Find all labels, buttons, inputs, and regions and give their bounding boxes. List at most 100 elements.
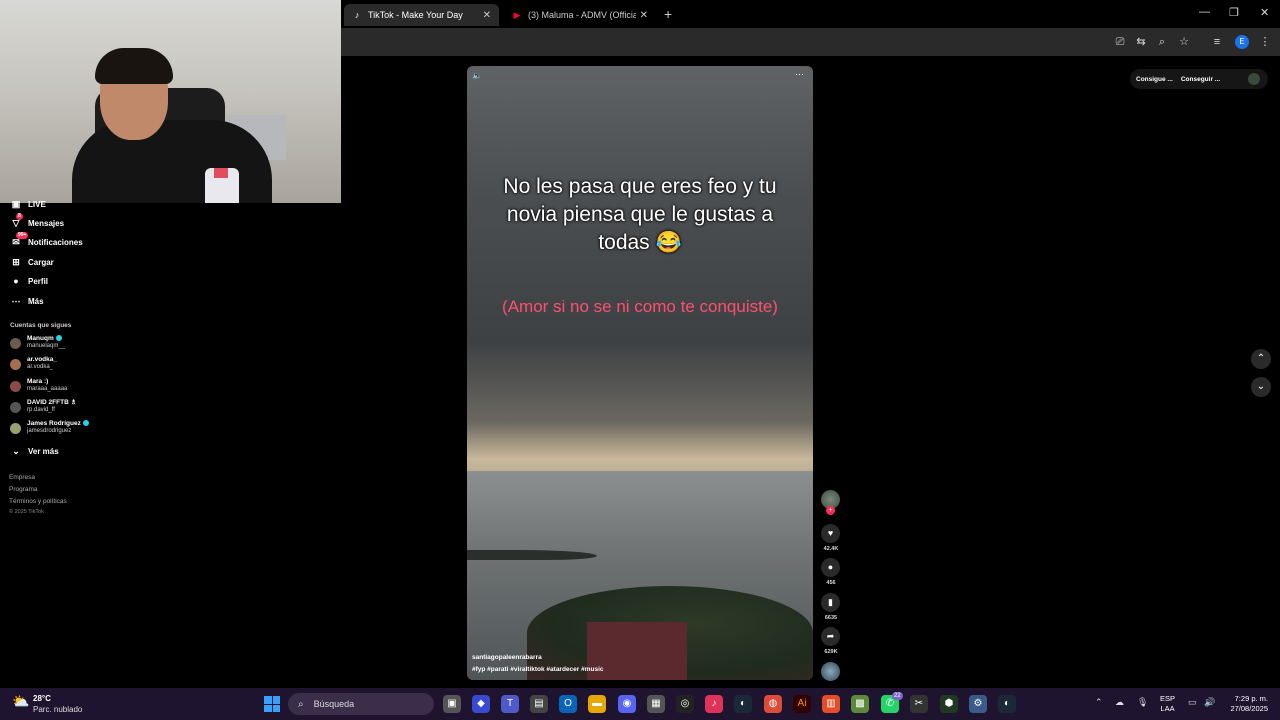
upload-icon: ⊞ [12,257,20,267]
profile-avatar[interactable]: E [1235,35,1249,49]
tray-chevron-icon[interactable]: ⌃ [1095,697,1103,708]
capcut-icon[interactable]: ✂ [910,695,928,713]
following-handle: ar.vodka_ [27,364,54,370]
github-icon[interactable]: ◎ [676,695,694,713]
microphone-icon[interactable]: 🎙 [1137,697,1148,708]
video-hashtags[interactable]: #fyp #parati #viraltiktok #atardecer #mu… [472,666,604,673]
sidebar-item-label: Notificaciones [28,237,83,247]
following-name: Mara :) [27,378,49,385]
like-button[interactable]: ♥ [821,524,840,543]
tab-youtube[interactable]: ▶ (3) Maluma - ADMV (Official Vi ✕ [504,4,656,26]
close-window-icon[interactable]: ✕ [1260,6,1269,19]
profile-icon: ● [13,276,19,286]
language-code: ESP [1160,694,1176,703]
steam-app-icon[interactable]: ◐ [998,695,1016,713]
file-icon[interactable]: ▤ [530,695,548,713]
video-subcaption: (Amor si no se ni como te conquiste) [502,297,778,316]
following-item[interactable]: Mara :) maraaa_aaaaa [10,378,67,393]
more-icon: ⋯ [11,296,21,306]
outlook-icon[interactable]: O [559,695,577,713]
footer-link-company[interactable]: Empresa [9,474,35,481]
footer-link-terms[interactable]: Términos y políticas [9,498,67,505]
volume-icon[interactable]: 🔈 [472,71,482,80]
new-tab-button[interactable]: + [664,6,672,22]
sidebar-item-more[interactable]: ⋯ Más [10,295,44,307]
cast-icon[interactable]: ⎚ [1113,35,1127,49]
previous-video-button[interactable]: ⌃ [1251,349,1271,369]
screen: ♪ TikTok - Make Your Day ✕ ▶ (3) Maluma … [0,0,1280,720]
sidebar-item-upload[interactable]: ⊞ Cargar [10,256,54,268]
chevron-down-icon: ⌄ [12,446,20,456]
teams-icon[interactable]: T [501,695,519,713]
verified-icon [55,335,62,342]
music-disc-icon[interactable] [821,662,840,681]
minimize-icon[interactable]: — [1199,6,1210,18]
next-video-button[interactable]: ⌄ [1251,377,1271,397]
following-item[interactable]: James Rodríguez jamesdrodriguez [10,420,89,435]
webcam-bottle-cap [214,168,228,178]
translate-icon[interactable]: ⇆ [1134,35,1148,49]
clock-date: 27/08/2025 [1230,704,1268,713]
language-indicator[interactable]: ESP LAA [1160,694,1175,714]
minecraft-icon[interactable]: ▩ [851,695,869,713]
sidebar-item-profile[interactable]: ● Perfil [10,275,48,287]
sidebar-item-messages[interactable]: ▽ 8 Mensajes [10,213,65,229]
weather-desc[interactable]: Parc. nublado [33,705,82,714]
get-coins-link[interactable]: Consigue ... [1136,76,1173,83]
see-more-button[interactable]: ⌄ Ver más [10,445,58,457]
folder-icon[interactable]: ▬ [588,695,606,713]
tiktok-app-icon[interactable]: ♪ [705,695,723,713]
save-button[interactable]: ▮ [821,593,840,612]
more-options-icon[interactable]: ⋯ [795,69,804,80]
app-icon[interactable]: ⬢ [940,695,958,713]
copilot-icon[interactable]: ◆ [472,695,490,713]
volume-tray-icon[interactable]: 🔊 [1204,697,1215,708]
restore-icon[interactable]: ❐ [1229,6,1239,19]
bookmark-star-icon[interactable]: ☆ [1177,35,1191,49]
sidebar-item-label: Cargar [28,257,54,267]
office-icon[interactable]: ▥ [822,695,840,713]
like-count: 42.4K [823,546,839,552]
chrome-icon[interactable]: ◍ [764,695,782,713]
sidebar-item-notifications[interactable]: ✉ 99+ Notificaciones [10,232,83,248]
following-item[interactable]: DAVID 2FFTB ♗ rp.david_ff [10,399,76,414]
media-icon[interactable]: ≡ [1210,35,1224,49]
following-item[interactable]: Manuqm manuelaqm__ [10,335,65,350]
zoom-icon[interactable]: ⌕ [1155,35,1169,49]
following-item[interactable]: ar.vodka_ ar.vodka_ [10,356,57,371]
weather-temp[interactable]: 28°C [33,694,51,703]
sidebar-item-live[interactable]: ▣ LIVE [10,198,46,210]
avatar [10,381,21,392]
get-app-link[interactable]: Conseguir ... [1181,76,1220,83]
comment-button[interactable]: ● [821,558,840,577]
following-name: DAVID 2FFTB ♗ [27,399,77,406]
user-avatar[interactable] [1248,73,1260,85]
video-author[interactable]: santiagopaleenrabarra [472,654,542,661]
onedrive-icon[interactable]: ☁ [1115,697,1124,708]
menu-icon[interactable]: ⋮ [1258,35,1272,49]
settings-icon[interactable]: ⚙ [969,695,987,713]
illustrator-icon[interactable]: Ai [793,695,811,713]
following-name: James Rodríguez [27,420,81,427]
close-icon[interactable]: ✕ [640,10,648,21]
sidebar-item-label: Mensajes [28,218,65,228]
taskbar-search[interactable]: ⌕ Búsqueda [288,693,434,715]
copyright: © 2025 TikTok [9,509,44,515]
weather-icon[interactable]: ⛅ [12,693,30,711]
steam-icon[interactable]: ◐ [734,695,752,713]
clock[interactable]: 7:29 p. m. 27/08/2025 [1222,694,1268,714]
discord-icon[interactable]: ◉ [618,695,636,713]
task-view-icon[interactable]: ▣ [443,695,461,713]
close-icon[interactable]: ✕ [483,10,491,21]
windows-start-icon[interactable] [264,696,280,712]
live-icon: ▣ [11,199,21,209]
footer-link-program[interactable]: Programa [9,486,38,493]
taskbar [0,688,1280,720]
tab-tiktok[interactable]: ♪ TikTok - Make Your Day ✕ [344,4,499,26]
video-player[interactable] [467,66,813,680]
display-icon[interactable]: ▭ [1188,697,1197,708]
store-icon[interactable]: ▦ [647,695,665,713]
share-button[interactable]: ➦ [821,627,840,646]
following-name: Manuqm [27,335,54,342]
follow-plus-icon[interactable]: + [826,506,835,515]
